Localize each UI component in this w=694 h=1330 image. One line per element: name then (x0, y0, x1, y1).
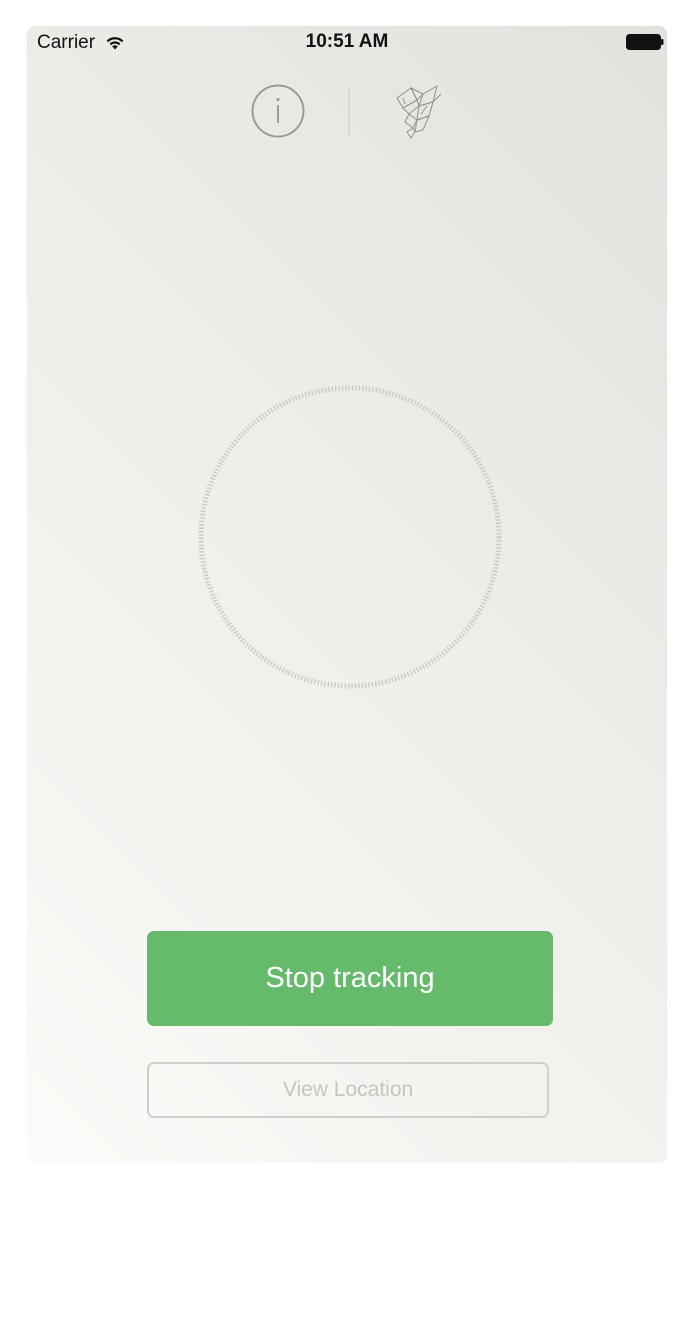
view-location-button[interactable]: View Location (147, 1062, 549, 1118)
stop-tracking-button[interactable]: Stop tracking (147, 931, 553, 1026)
top-toolbar (27, 84, 667, 142)
toolbar-divider (348, 88, 350, 136)
radar-circle-icon (198, 385, 502, 689)
radar-tail-line (348, 686, 352, 886)
status-bar: Carrier 10:51 AM (27, 26, 667, 60)
origami-bird-icon (396, 84, 442, 139)
app-screen: Carrier 10:51 AM Stop tracking View Loca… (27, 26, 667, 1163)
info-icon[interactable] (251, 84, 305, 138)
battery-icon (626, 34, 664, 50)
status-time: 10:51 AM (305, 31, 389, 52)
